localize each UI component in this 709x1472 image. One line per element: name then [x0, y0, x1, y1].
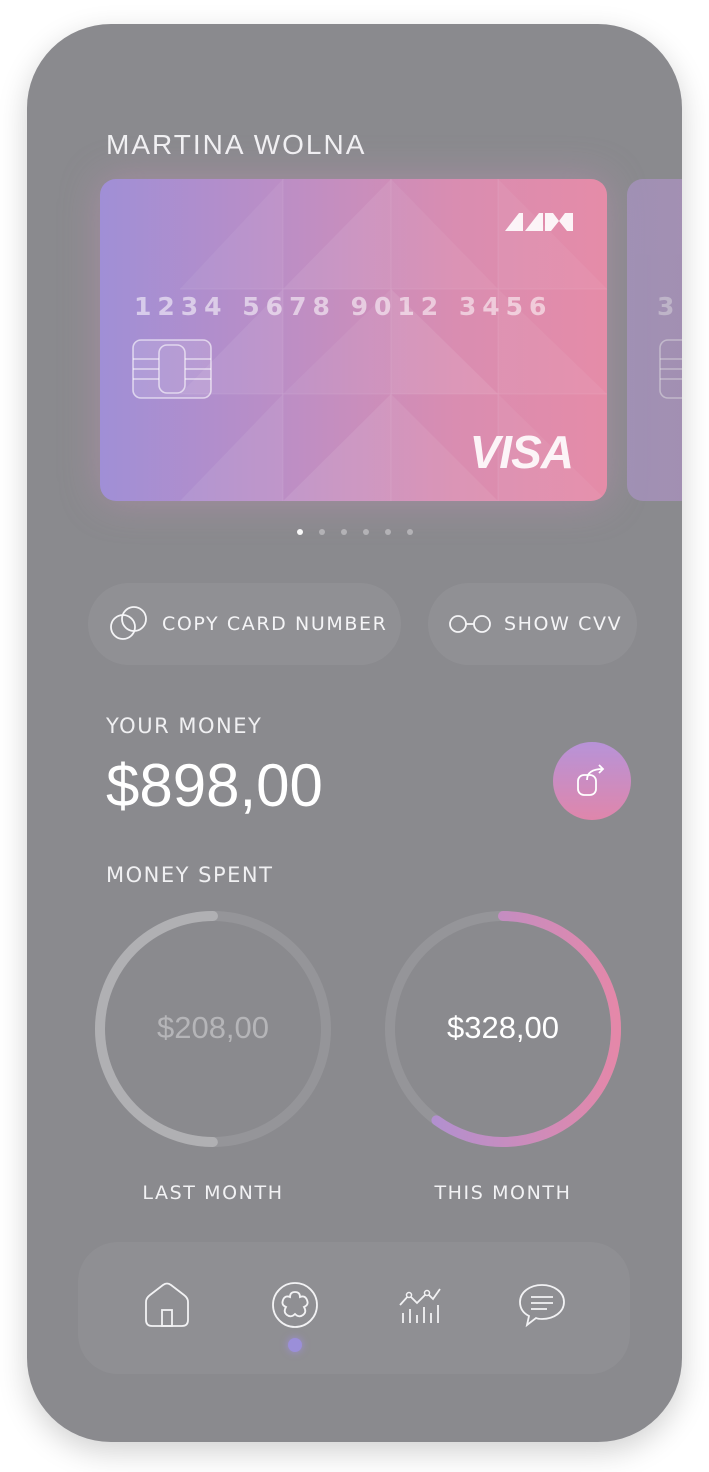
pagination-dot[interactable]: [318, 529, 325, 535]
money-spent-label: MONEY SPENT: [106, 863, 274, 887]
app-screen: MARTINA WOLNA 1234 5678 9012 3456 VISA 3…: [27, 24, 682, 1442]
credit-card[interactable]: 1234 5678 9012 3456 VISA: [100, 179, 607, 501]
last-month-caption: LAST MONTH: [142, 1182, 284, 1204]
transfer-button[interactable]: [553, 742, 631, 820]
this-month-amount: $328,00: [446, 1010, 560, 1045]
pagination-dot[interactable]: [362, 529, 369, 535]
next-card-preview[interactable]: 3: [627, 179, 682, 501]
transfer-icon: [577, 764, 605, 796]
card-brand-logo: [505, 213, 573, 231]
copy-card-number-button[interactable]: COPY CARD NUMBER: [88, 583, 401, 665]
this-month-caption: THIS MONTH: [434, 1182, 572, 1204]
nav-messages[interactable]: [515, 1278, 569, 1332]
balance-amount: $898,00: [106, 752, 323, 819]
nav-statistics[interactable]: [393, 1278, 447, 1332]
home-icon: [145, 1282, 189, 1327]
this-month-ring: $328,00: [384, 910, 622, 1148]
copy-rings-icon: [108, 605, 150, 643]
pagination-dot[interactable]: [340, 529, 347, 535]
next-card-number-fragment: 3: [657, 292, 675, 321]
show-cvv-button[interactable]: SHOW CVV: [428, 583, 637, 665]
visa-logo: VISA: [469, 426, 574, 478]
active-nav-indicator: [288, 1338, 302, 1352]
nav-discover[interactable]: [268, 1278, 322, 1332]
chat-icon: [519, 1284, 565, 1328]
show-cvv-label: SHOW CVV: [504, 613, 623, 635]
flower-icon: [272, 1282, 318, 1328]
carousel-pagination: [27, 529, 682, 535]
glasses-icon: [448, 613, 492, 635]
chip-icon: [659, 339, 682, 399]
pagination-dot[interactable]: [406, 529, 413, 535]
card-holder-name: MARTINA WOLNA: [106, 129, 367, 160]
pagination-dot[interactable]: [296, 529, 303, 535]
chart-icon: [399, 1288, 441, 1323]
last-month-ring: $208,00: [94, 910, 332, 1148]
nav-home[interactable]: [140, 1278, 194, 1332]
bottom-navigation: [78, 1242, 630, 1374]
chip-icon: [132, 339, 212, 399]
copy-card-number-label: COPY CARD NUMBER: [162, 613, 388, 635]
pagination-dot[interactable]: [384, 529, 391, 535]
last-month-amount: $208,00: [156, 1010, 270, 1045]
your-money-label: YOUR MONEY: [106, 714, 263, 738]
card-number: 1234 5678 9012 3456: [134, 292, 553, 321]
